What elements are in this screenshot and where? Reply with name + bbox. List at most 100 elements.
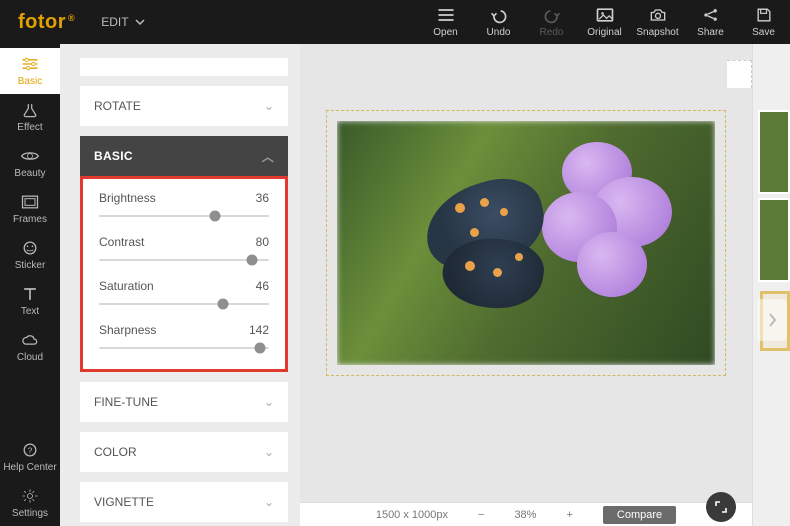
section-vignette-label: VIGNETTE [94, 495, 154, 509]
flask-icon [20, 101, 40, 119]
canvas-overflow-box [727, 60, 752, 88]
mode-selector[interactable]: EDIT [101, 15, 144, 29]
butterfly [415, 183, 585, 313]
top-bar: fotor ® EDIT Open Undo Redo Original [0, 0, 790, 44]
eye-icon [20, 147, 40, 165]
section-vignette[interactable]: VIGNETTE ⌄ [80, 482, 288, 522]
svg-text:?: ? [28, 445, 33, 455]
slider-brightness: Brightness 36 [99, 191, 269, 217]
frame-icon [20, 193, 40, 211]
original-label: Original [587, 27, 621, 38]
rail-help-label: Help Center [3, 462, 56, 473]
redo-button[interactable]: Redo [525, 0, 578, 44]
rail-cloud[interactable]: Cloud [0, 324, 60, 370]
rail-basic[interactable]: Basic [0, 48, 60, 94]
contrast-track[interactable] [99, 259, 269, 261]
open-button[interactable]: Open [419, 0, 472, 44]
photo [337, 121, 715, 365]
undo-label: Undo [487, 27, 511, 38]
snapshot-button[interactable]: Snapshot [631, 0, 684, 44]
section-rotate[interactable]: ROTATE ⌄ [80, 86, 288, 126]
snapshot-label: Snapshot [636, 27, 678, 38]
expand-button[interactable] [706, 492, 736, 522]
logo-text: fotor [18, 11, 66, 34]
slider-sharpness: Sharpness 142 [99, 323, 269, 349]
rail-beauty-label: Beauty [14, 168, 45, 179]
chevron-down-icon: ⌄ [264, 445, 274, 459]
help-icon: ? [20, 441, 40, 459]
left-rail: Basic Effect Beauty Frames Sticker Text … [0, 44, 60, 526]
mode-label: EDIT [101, 15, 128, 29]
zoom-level: 38% [514, 509, 536, 521]
saturation-track[interactable] [99, 303, 269, 305]
gear-icon [20, 487, 40, 505]
section-basic-label: BASIC [94, 149, 133, 163]
undo-button[interactable]: Undo [472, 0, 525, 44]
thumbnail-strip [752, 44, 790, 526]
canvas-dimensions: 1500 x 1000px [376, 509, 448, 521]
undo-icon [489, 6, 509, 24]
sharpness-knob[interactable] [254, 343, 265, 354]
compare-button[interactable]: Compare [603, 506, 676, 524]
section-basic[interactable]: BASIC ︿ [80, 136, 288, 176]
photo-frame[interactable] [326, 110, 726, 376]
rail-text-label: Text [21, 306, 39, 317]
saturation-value: 46 [256, 279, 269, 293]
rail-settings-label: Settings [12, 508, 48, 519]
rail-cloud-label: Cloud [17, 352, 43, 363]
sharpness-value: 142 [249, 323, 269, 337]
thumbnail-1[interactable] [758, 110, 790, 194]
sliders-icon [20, 55, 40, 73]
zoom-out-button[interactable]: − [478, 509, 484, 521]
logo: fotor ® [18, 11, 75, 34]
saturation-label: Saturation [99, 279, 154, 293]
thumbnail-2[interactable] [758, 198, 790, 282]
section-color-label: COLOR [94, 445, 137, 459]
saturation-knob[interactable] [218, 299, 229, 310]
brightness-label: Brightness [99, 191, 156, 205]
section-fine-tune[interactable]: FINE-TUNE ⌄ [80, 382, 288, 422]
save-label: Save [752, 27, 775, 38]
section-color[interactable]: COLOR ⌄ [80, 432, 288, 472]
brightness-track[interactable] [99, 215, 269, 217]
original-button[interactable]: Original [578, 0, 631, 44]
contrast-value: 80 [256, 235, 269, 249]
redo-label: Redo [540, 27, 564, 38]
share-button[interactable]: Share [684, 0, 737, 44]
open-label: Open [433, 27, 457, 38]
registered-mark: ® [68, 13, 75, 23]
chevron-down-icon: ⌄ [264, 495, 274, 509]
expand-icon [714, 500, 728, 514]
chevron-down-icon [135, 17, 145, 27]
rail-text[interactable]: Text [0, 278, 60, 324]
chevron-down-icon: ⌄ [264, 99, 274, 113]
contrast-knob[interactable] [247, 255, 258, 266]
rail-settings[interactable]: Settings [0, 480, 60, 526]
zoom-in-button[interactable]: + [566, 509, 572, 521]
section-rotate-label: ROTATE [94, 99, 141, 113]
brightness-knob[interactable] [209, 211, 220, 222]
slider-saturation: Saturation 46 [99, 279, 269, 305]
rail-frames[interactable]: Frames [0, 186, 60, 232]
rail-sticker-label: Sticker [15, 260, 46, 271]
redo-icon [542, 6, 562, 24]
strip-next-button[interactable] [757, 299, 787, 341]
contrast-label: Contrast [99, 235, 144, 249]
rail-frames-label: Frames [13, 214, 47, 225]
sticker-icon [20, 239, 40, 257]
save-button[interactable]: Save [737, 0, 790, 44]
camera-icon [648, 6, 668, 24]
cloud-icon [20, 331, 40, 349]
chevron-down-icon: ⌄ [264, 395, 274, 409]
share-label: Share [697, 27, 724, 38]
image-icon [595, 6, 615, 24]
sharpness-track[interactable] [99, 347, 269, 349]
top-actions: Open Undo Redo Original Snapshot Share [419, 0, 790, 44]
rail-sticker[interactable]: Sticker [0, 232, 60, 278]
rail-effect[interactable]: Effect [0, 94, 60, 140]
rail-beauty[interactable]: Beauty [0, 140, 60, 186]
canvas-area: 1500 x 1000px − 38% + Compare [300, 44, 752, 526]
side-panel: ROTATE ⌄ BASIC ︿ Brightness 36 Contrast … [60, 44, 300, 526]
rail-help-center[interactable]: ? Help Center [0, 434, 60, 480]
share-icon [701, 6, 721, 24]
